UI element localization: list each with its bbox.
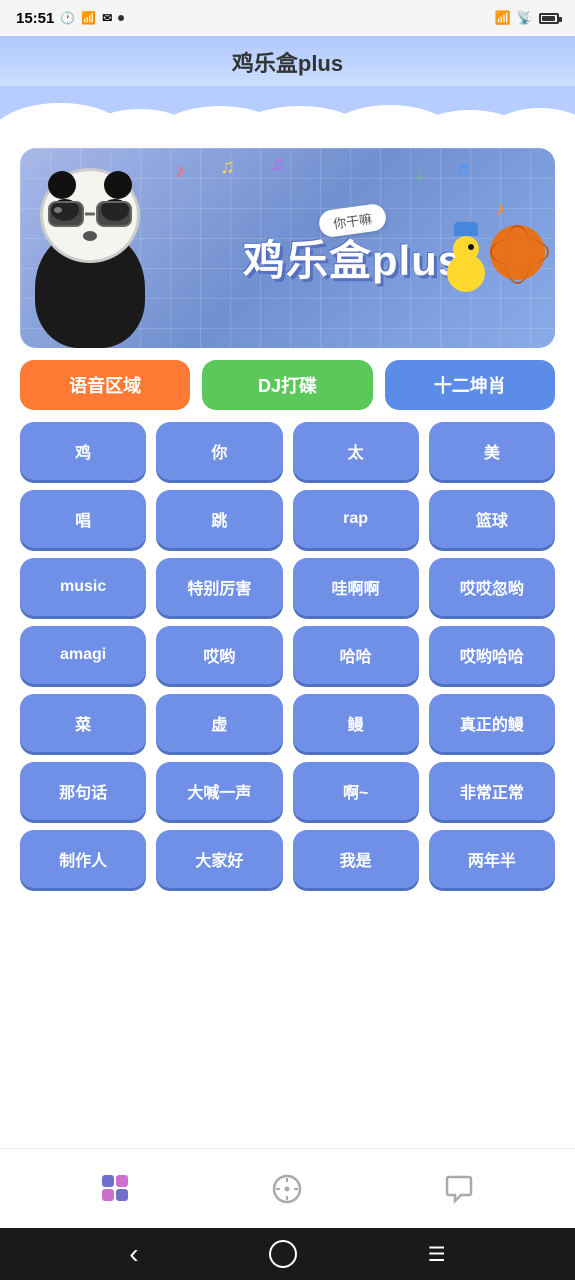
- panda-head: [40, 168, 140, 263]
- sound-button-17[interactable]: 虚: [156, 694, 282, 752]
- sound-button-6[interactable]: rap: [293, 490, 419, 548]
- sound-button-3[interactable]: 美: [429, 422, 555, 480]
- sound-button-23[interactable]: 非常正常: [429, 762, 555, 820]
- sound-button-14[interactable]: 哈哈: [293, 626, 419, 684]
- sound-grid: 鸡 你 太 美 唱 跳 rap 篮球 music 特别厉害 哇啊啊 哎哎忽哟 a…: [20, 422, 555, 888]
- battery-icon: [539, 13, 559, 24]
- sound-button-7[interactable]: 篮球: [429, 490, 555, 548]
- sound-button-18[interactable]: 鳗: [293, 694, 419, 752]
- app-header: 鸡乐盒plus: [0, 36, 575, 136]
- banner-subtitle: 你干嘛: [317, 202, 387, 238]
- nav-item-chat[interactable]: [423, 1165, 495, 1213]
- panda-ear-left: [48, 171, 76, 199]
- status-bar: 15:51 🕐 📶 ✉ 📶 📡: [0, 0, 575, 36]
- sound-button-2[interactable]: 太: [293, 422, 419, 480]
- music-note-6: ♫: [270, 153, 285, 176]
- banner: ♪ ♫ ♩ ♬ ♪ ♫: [20, 148, 555, 348]
- music-note-2: ♫: [220, 156, 235, 179]
- music-note-5: ♪: [495, 198, 505, 221]
- panda-ear-right: [104, 171, 132, 199]
- signal-icon: 📡: [517, 10, 533, 26]
- category-voice-button[interactable]: 语音区域: [20, 360, 190, 410]
- sound-button-21[interactable]: 大喊一声: [156, 762, 282, 820]
- app-title: 鸡乐盒plus: [0, 46, 575, 86]
- chick-head: [453, 236, 479, 262]
- music-note-3: ♩: [415, 163, 435, 186]
- banner-main-title: 鸡乐盒plus: [243, 240, 462, 282]
- panda-body-container: [25, 163, 155, 348]
- sound-button-27[interactable]: 两年半: [429, 830, 555, 888]
- status-time: 15:51: [16, 10, 54, 27]
- nav-item-home[interactable]: [80, 1165, 152, 1213]
- sound-button-12[interactable]: amagi: [20, 626, 146, 684]
- glass-bridge: [85, 213, 95, 216]
- basketball: [490, 225, 545, 280]
- chick-eye: [468, 244, 474, 250]
- compass-icon: [271, 1173, 303, 1205]
- sound-button-1[interactable]: 你: [156, 422, 282, 480]
- status-bar-left: 15:51 🕐 📶 ✉: [16, 10, 124, 27]
- sound-button-11[interactable]: 哎哎忽哟: [429, 558, 555, 616]
- cloud-decoration: [0, 86, 575, 136]
- grid-icon: [100, 1173, 132, 1205]
- sound-button-19[interactable]: 真正的鳗: [429, 694, 555, 752]
- back-button[interactable]: ‹: [121, 1230, 146, 1278]
- music-note-1: ♪: [175, 160, 185, 183]
- bottom-nav: [0, 1148, 575, 1228]
- category-dj-button[interactable]: DJ打碟: [202, 360, 372, 410]
- sound-button-5[interactable]: 跳: [156, 490, 282, 548]
- home-button[interactable]: [269, 1240, 297, 1268]
- status-icon-2: 📶: [81, 11, 96, 25]
- glass-left: [48, 201, 84, 227]
- chick-cap: [454, 222, 478, 236]
- main-content: ♪ ♫ ♩ ♬ ♪ ♫: [0, 136, 575, 1148]
- panda-nose: [83, 231, 97, 241]
- wifi-icon: 📶: [495, 10, 511, 26]
- status-icon-1: 🕐: [60, 11, 75, 25]
- sound-button-22[interactable]: 啊~: [293, 762, 419, 820]
- sound-button-0[interactable]: 鸡: [20, 422, 146, 480]
- category-row: 语音区域 DJ打碟 十二坤肖: [20, 360, 555, 410]
- sound-button-9[interactable]: 特别厉害: [156, 558, 282, 616]
- sound-button-16[interactable]: 菜: [20, 694, 146, 752]
- status-icon-3: ✉: [102, 11, 112, 25]
- sound-button-25[interactable]: 大家好: [156, 830, 282, 888]
- music-note-4: ♬: [455, 158, 475, 181]
- chick-body: [447, 254, 485, 292]
- sound-button-4[interactable]: 唱: [20, 490, 146, 548]
- menu-button[interactable]: ☰: [420, 1234, 454, 1275]
- sound-button-15[interactable]: 哎哟哈哈: [429, 626, 555, 684]
- sound-button-8[interactable]: music: [20, 558, 146, 616]
- glass-right: [96, 201, 132, 227]
- sound-button-10[interactable]: 哇啊啊: [293, 558, 419, 616]
- category-zodiac-button[interactable]: 十二坤肖: [385, 360, 555, 410]
- sound-button-13[interactable]: 哎哟: [156, 626, 282, 684]
- chat-icon: [443, 1173, 475, 1205]
- panda-figure: [20, 148, 160, 348]
- panda-glasses: [48, 201, 132, 227]
- status-dot: [118, 15, 124, 21]
- sound-button-24[interactable]: 制作人: [20, 830, 146, 888]
- sound-button-26[interactable]: 我是: [293, 830, 419, 888]
- status-bar-right: 📶 📡: [495, 10, 559, 26]
- chick-figure: [447, 254, 485, 292]
- system-nav: ‹ ☰: [0, 1228, 575, 1280]
- sound-button-20[interactable]: 那句话: [20, 762, 146, 820]
- nav-item-explore[interactable]: [251, 1165, 323, 1213]
